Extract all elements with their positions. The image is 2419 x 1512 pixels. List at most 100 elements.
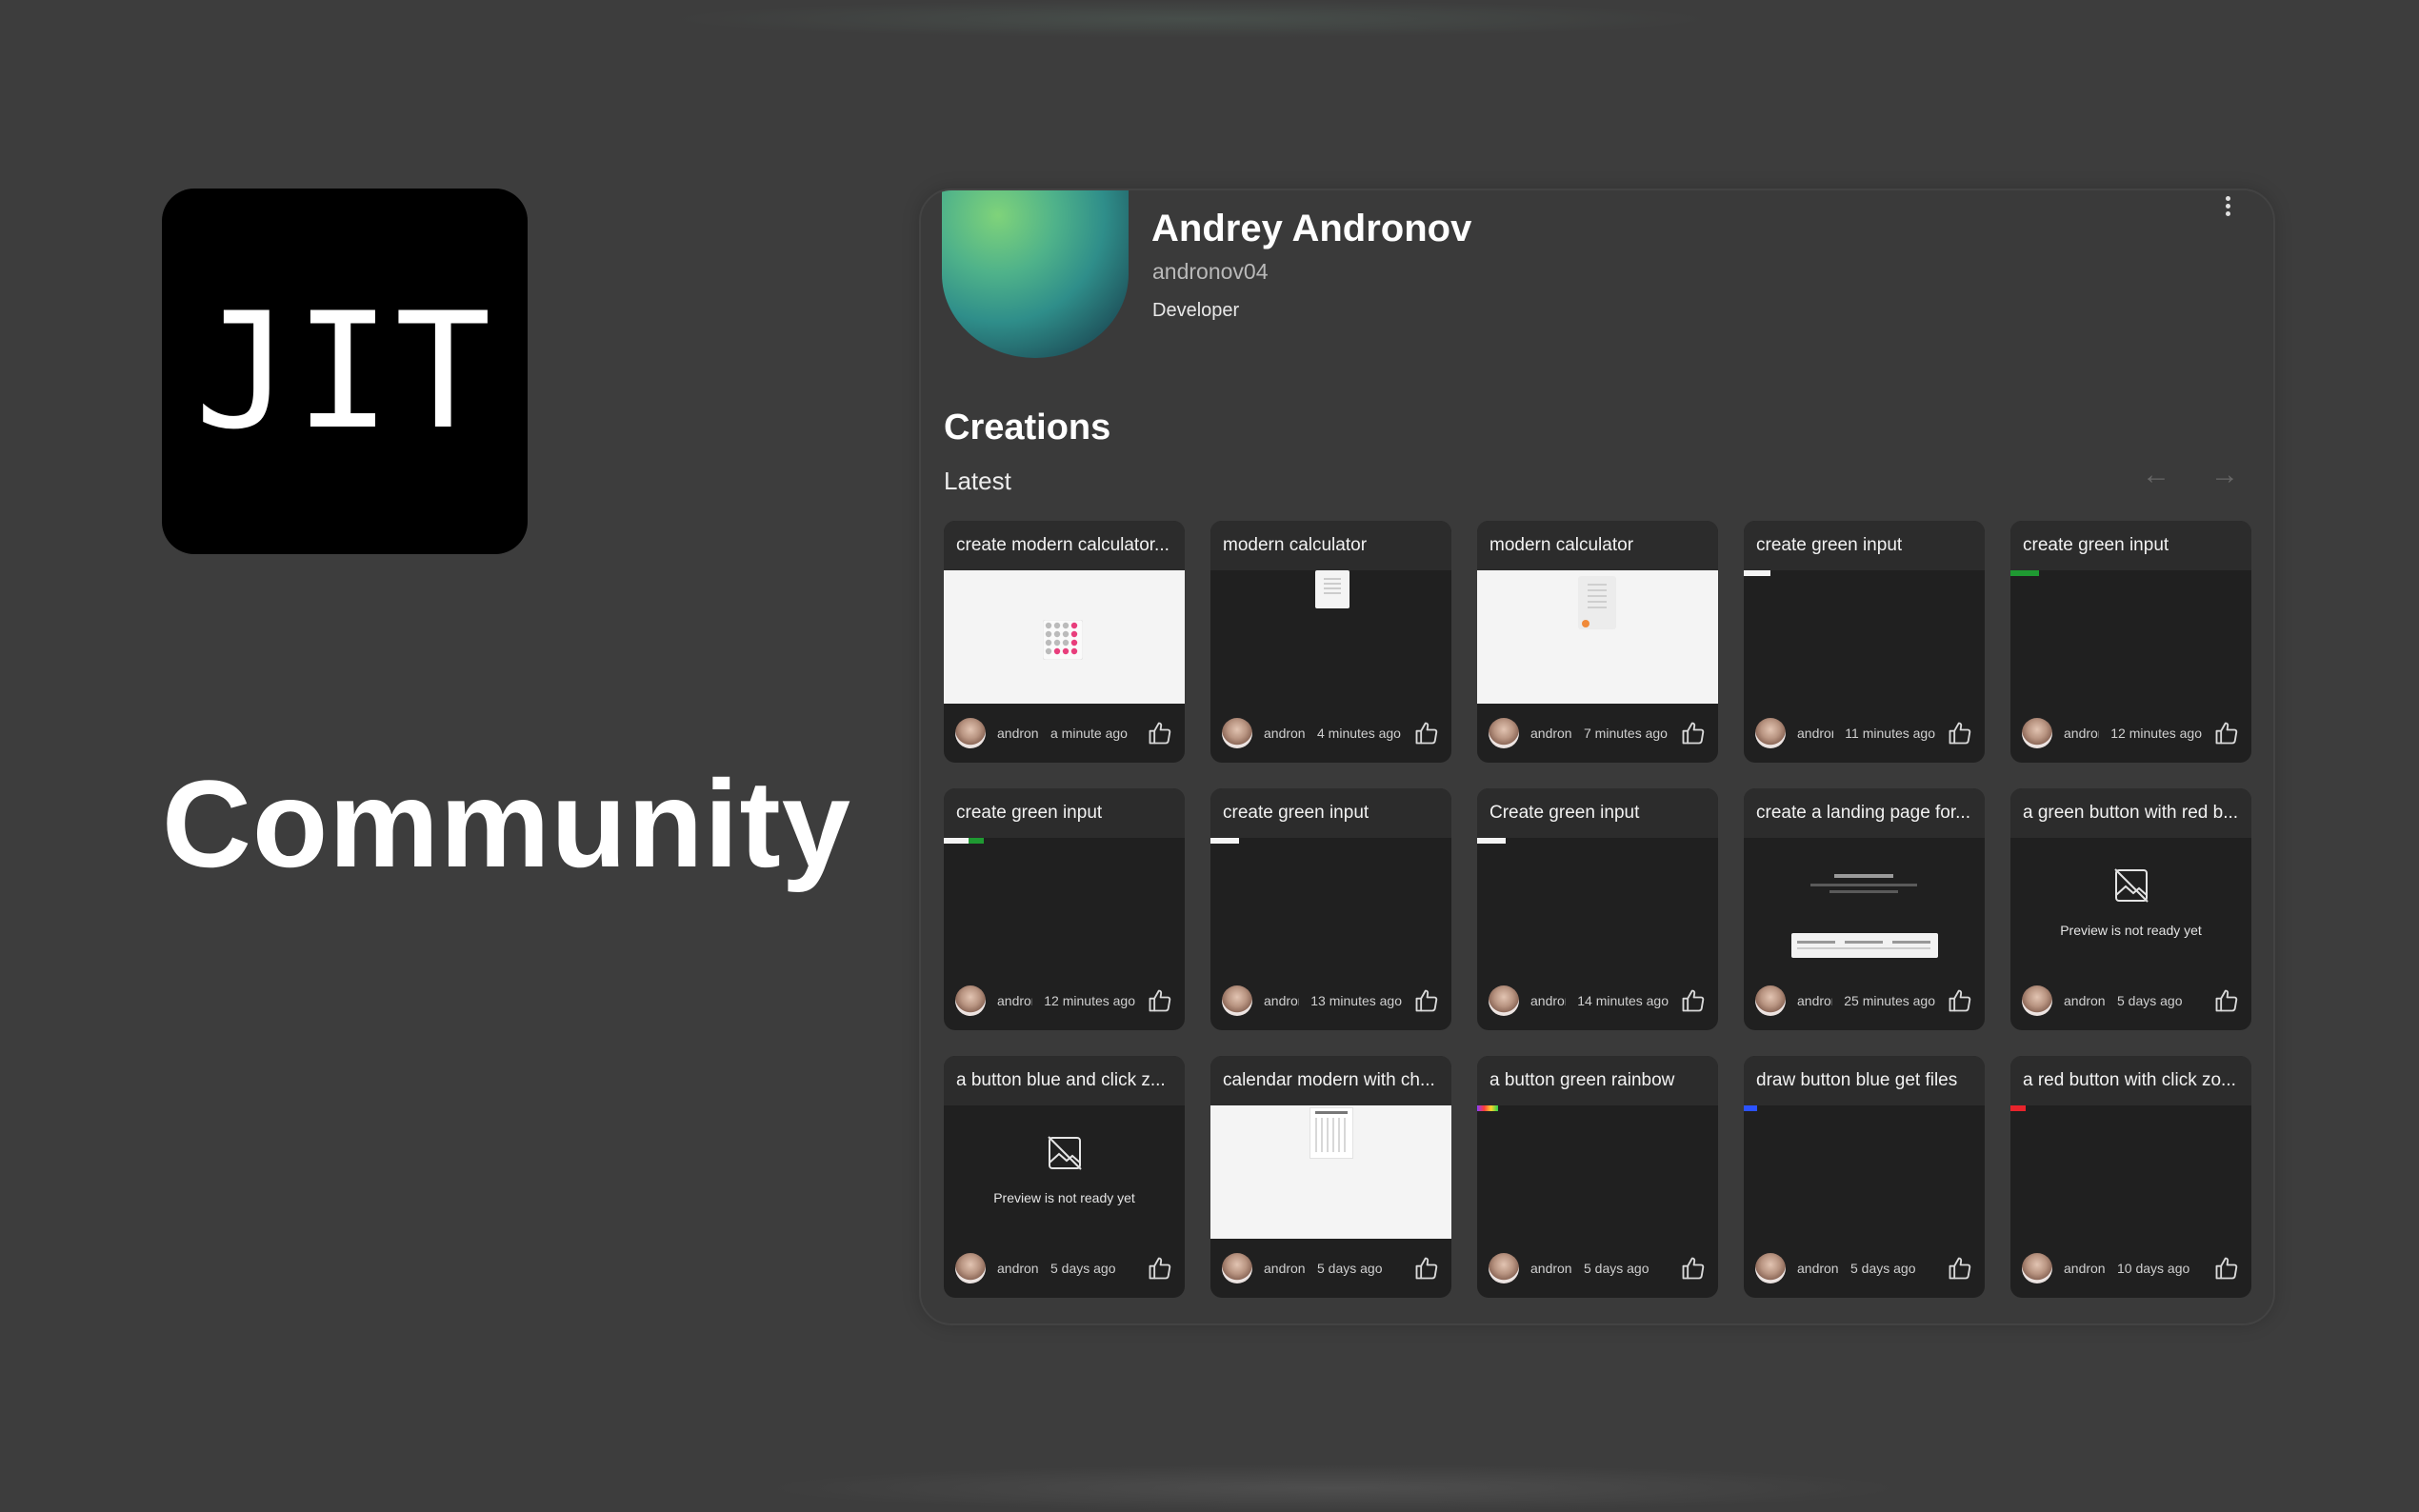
- author-name[interactable]: andronov04: [1797, 1261, 1839, 1276]
- author-avatar[interactable]: [955, 718, 986, 748]
- author-name[interactable]: andronov04: [2064, 1261, 2106, 1276]
- creation-card[interactable]: a green button with red b... Preview is …: [2010, 788, 2251, 1030]
- author-name[interactable]: andronov04: [2064, 726, 2099, 741]
- author-avatar[interactable]: [955, 1253, 986, 1283]
- creation-card[interactable]: Create green input andronov04 14 minutes…: [1477, 788, 1718, 1030]
- author-name[interactable]: andronov04: [1264, 1261, 1306, 1276]
- author-avatar[interactable]: [2022, 718, 2052, 748]
- like-icon[interactable]: [2213, 987, 2240, 1014]
- arrow-left-icon[interactable]: ←: [2142, 459, 2170, 491]
- more-options-icon[interactable]: [2222, 194, 2233, 217]
- creation-title: a button blue and click z...: [944, 1056, 1185, 1105]
- author-name[interactable]: andronov04: [1264, 993, 1299, 1008]
- calculator-preview: [1477, 570, 1718, 704]
- author-avatar[interactable]: [2022, 985, 2052, 1016]
- button-preview: [1477, 1105, 1718, 1239]
- author-name[interactable]: andronov04: [997, 726, 1039, 741]
- profile-handle: andronov04: [1152, 259, 1269, 284]
- author-name[interactable]: andronov04: [1797, 726, 1833, 741]
- no-preview-icon: [2112, 868, 2150, 908]
- creation-card[interactable]: modern calculator andronov04 4 minutes a…: [1210, 521, 1451, 763]
- profile-name: Andrey Andronov: [1151, 208, 1472, 249]
- author-avatar[interactable]: [1755, 718, 1786, 748]
- creation-card[interactable]: a button blue and click z... Preview is …: [944, 1056, 1185, 1298]
- timestamp: 5 days ago: [2117, 993, 2183, 1008]
- creation-card[interactable]: create modern calculator... andronov04 a…: [944, 521, 1185, 763]
- like-icon[interactable]: [1947, 720, 1973, 746]
- like-icon[interactable]: [1947, 987, 1973, 1014]
- author-name[interactable]: andronov04: [997, 1261, 1039, 1276]
- like-icon[interactable]: [1680, 1255, 1707, 1282]
- creation-card[interactable]: a red button with click zo... andronov04…: [2010, 1056, 2251, 1298]
- calculator-preview: [1210, 570, 1451, 704]
- calculator-preview: [944, 570, 1185, 704]
- creation-title: create green input: [944, 788, 1185, 838]
- author-avatar[interactable]: [1489, 718, 1519, 748]
- timestamp: a minute ago: [1050, 726, 1128, 741]
- creation-card[interactable]: draw button blue get files andronov04 5 …: [1744, 1056, 1985, 1298]
- timestamp: 5 days ago: [1317, 1261, 1383, 1276]
- creation-title: modern calculator: [1477, 521, 1718, 570]
- creation-card[interactable]: a button green rainbow andronov04 5 days…: [1477, 1056, 1718, 1298]
- creation-title: create a landing page for...: [1744, 788, 1985, 838]
- creation-card[interactable]: create green input andronov04 12 minutes…: [2010, 521, 2251, 763]
- creation-card[interactable]: create a landing page for... andronov04 …: [1744, 788, 1985, 1030]
- arrow-right-icon[interactable]: →: [2210, 459, 2239, 491]
- like-icon[interactable]: [1147, 720, 1173, 746]
- creation-card[interactable]: create green input andronov04 11 minutes…: [1744, 521, 1985, 763]
- author-name[interactable]: andronov04: [1530, 993, 1566, 1008]
- creation-footer: andronov04 7 minutes ago: [1477, 704, 1718, 763]
- author-name[interactable]: andronov04: [997, 993, 1032, 1008]
- like-icon[interactable]: [1147, 987, 1173, 1014]
- like-icon[interactable]: [1947, 1255, 1973, 1282]
- like-icon[interactable]: [1413, 720, 1440, 746]
- author-name[interactable]: andronov04: [1797, 993, 1832, 1008]
- author-name[interactable]: andronov04: [1530, 726, 1572, 741]
- creation-footer: andronov04 4 minutes ago: [1210, 704, 1451, 763]
- bottom-glow: [762, 1464, 1905, 1512]
- like-icon[interactable]: [2213, 720, 2240, 746]
- like-icon[interactable]: [2213, 1255, 2240, 1282]
- author-avatar[interactable]: [1755, 985, 1786, 1016]
- author-avatar[interactable]: [1222, 985, 1252, 1016]
- timestamp: 7 minutes ago: [1584, 726, 1668, 741]
- like-icon[interactable]: [1147, 1255, 1173, 1282]
- creation-title: modern calculator: [1210, 521, 1451, 570]
- author-avatar[interactable]: [1489, 985, 1519, 1016]
- no-preview-icon: [1046, 1136, 1084, 1176]
- creation-title: create green input: [2010, 521, 2251, 570]
- creation-footer: andronov04 5 days ago: [1744, 1239, 1985, 1298]
- timestamp: 4 minutes ago: [1317, 726, 1401, 741]
- like-icon[interactable]: [1680, 720, 1707, 746]
- timestamp: 5 days ago: [1584, 1261, 1649, 1276]
- creation-title: a red button with click zo...: [2010, 1056, 2251, 1105]
- no-preview: Preview is not ready yet: [944, 1105, 1185, 1239]
- no-preview: Preview is not ready yet: [2010, 838, 2251, 971]
- logo-text: JIT: [194, 278, 495, 465]
- creation-card[interactable]: modern calculator andronov04 7 minutes a…: [1477, 521, 1718, 763]
- section-title: Creations: [944, 408, 1111, 448]
- author-avatar[interactable]: [1489, 1253, 1519, 1283]
- like-icon[interactable]: [1413, 1255, 1440, 1282]
- author-avatar[interactable]: [1222, 1253, 1252, 1283]
- input-preview: [2010, 570, 2251, 704]
- creation-card[interactable]: create green input andronov04 13 minutes…: [1210, 788, 1451, 1030]
- author-avatar[interactable]: [1222, 718, 1252, 748]
- author-name[interactable]: andronov04: [2064, 993, 2106, 1008]
- timestamp: 10 days ago: [2117, 1261, 2190, 1276]
- author-name[interactable]: andronov04: [1264, 726, 1306, 741]
- author-name[interactable]: andronov04: [1530, 1261, 1572, 1276]
- like-icon[interactable]: [1680, 987, 1707, 1014]
- creation-card[interactable]: calendar modern with ch... andronov04 5 …: [1210, 1056, 1451, 1298]
- author-avatar[interactable]: [955, 985, 986, 1016]
- no-preview-text: Preview is not ready yet: [993, 1190, 1135, 1205]
- no-preview-text: Preview is not ready yet: [2060, 923, 2202, 938]
- creation-title: create green input: [1744, 521, 1985, 570]
- like-icon[interactable]: [1413, 987, 1440, 1014]
- author-avatar[interactable]: [2022, 1253, 2052, 1283]
- creation-footer: andronov04 14 minutes ago: [1477, 971, 1718, 1030]
- author-avatar[interactable]: [1755, 1253, 1786, 1283]
- creation-footer: andronov04 12 minutes ago: [944, 971, 1185, 1030]
- creation-title: a green button with red b...: [2010, 788, 2251, 838]
- creation-card[interactable]: create green input andronov04 12 minutes…: [944, 788, 1185, 1030]
